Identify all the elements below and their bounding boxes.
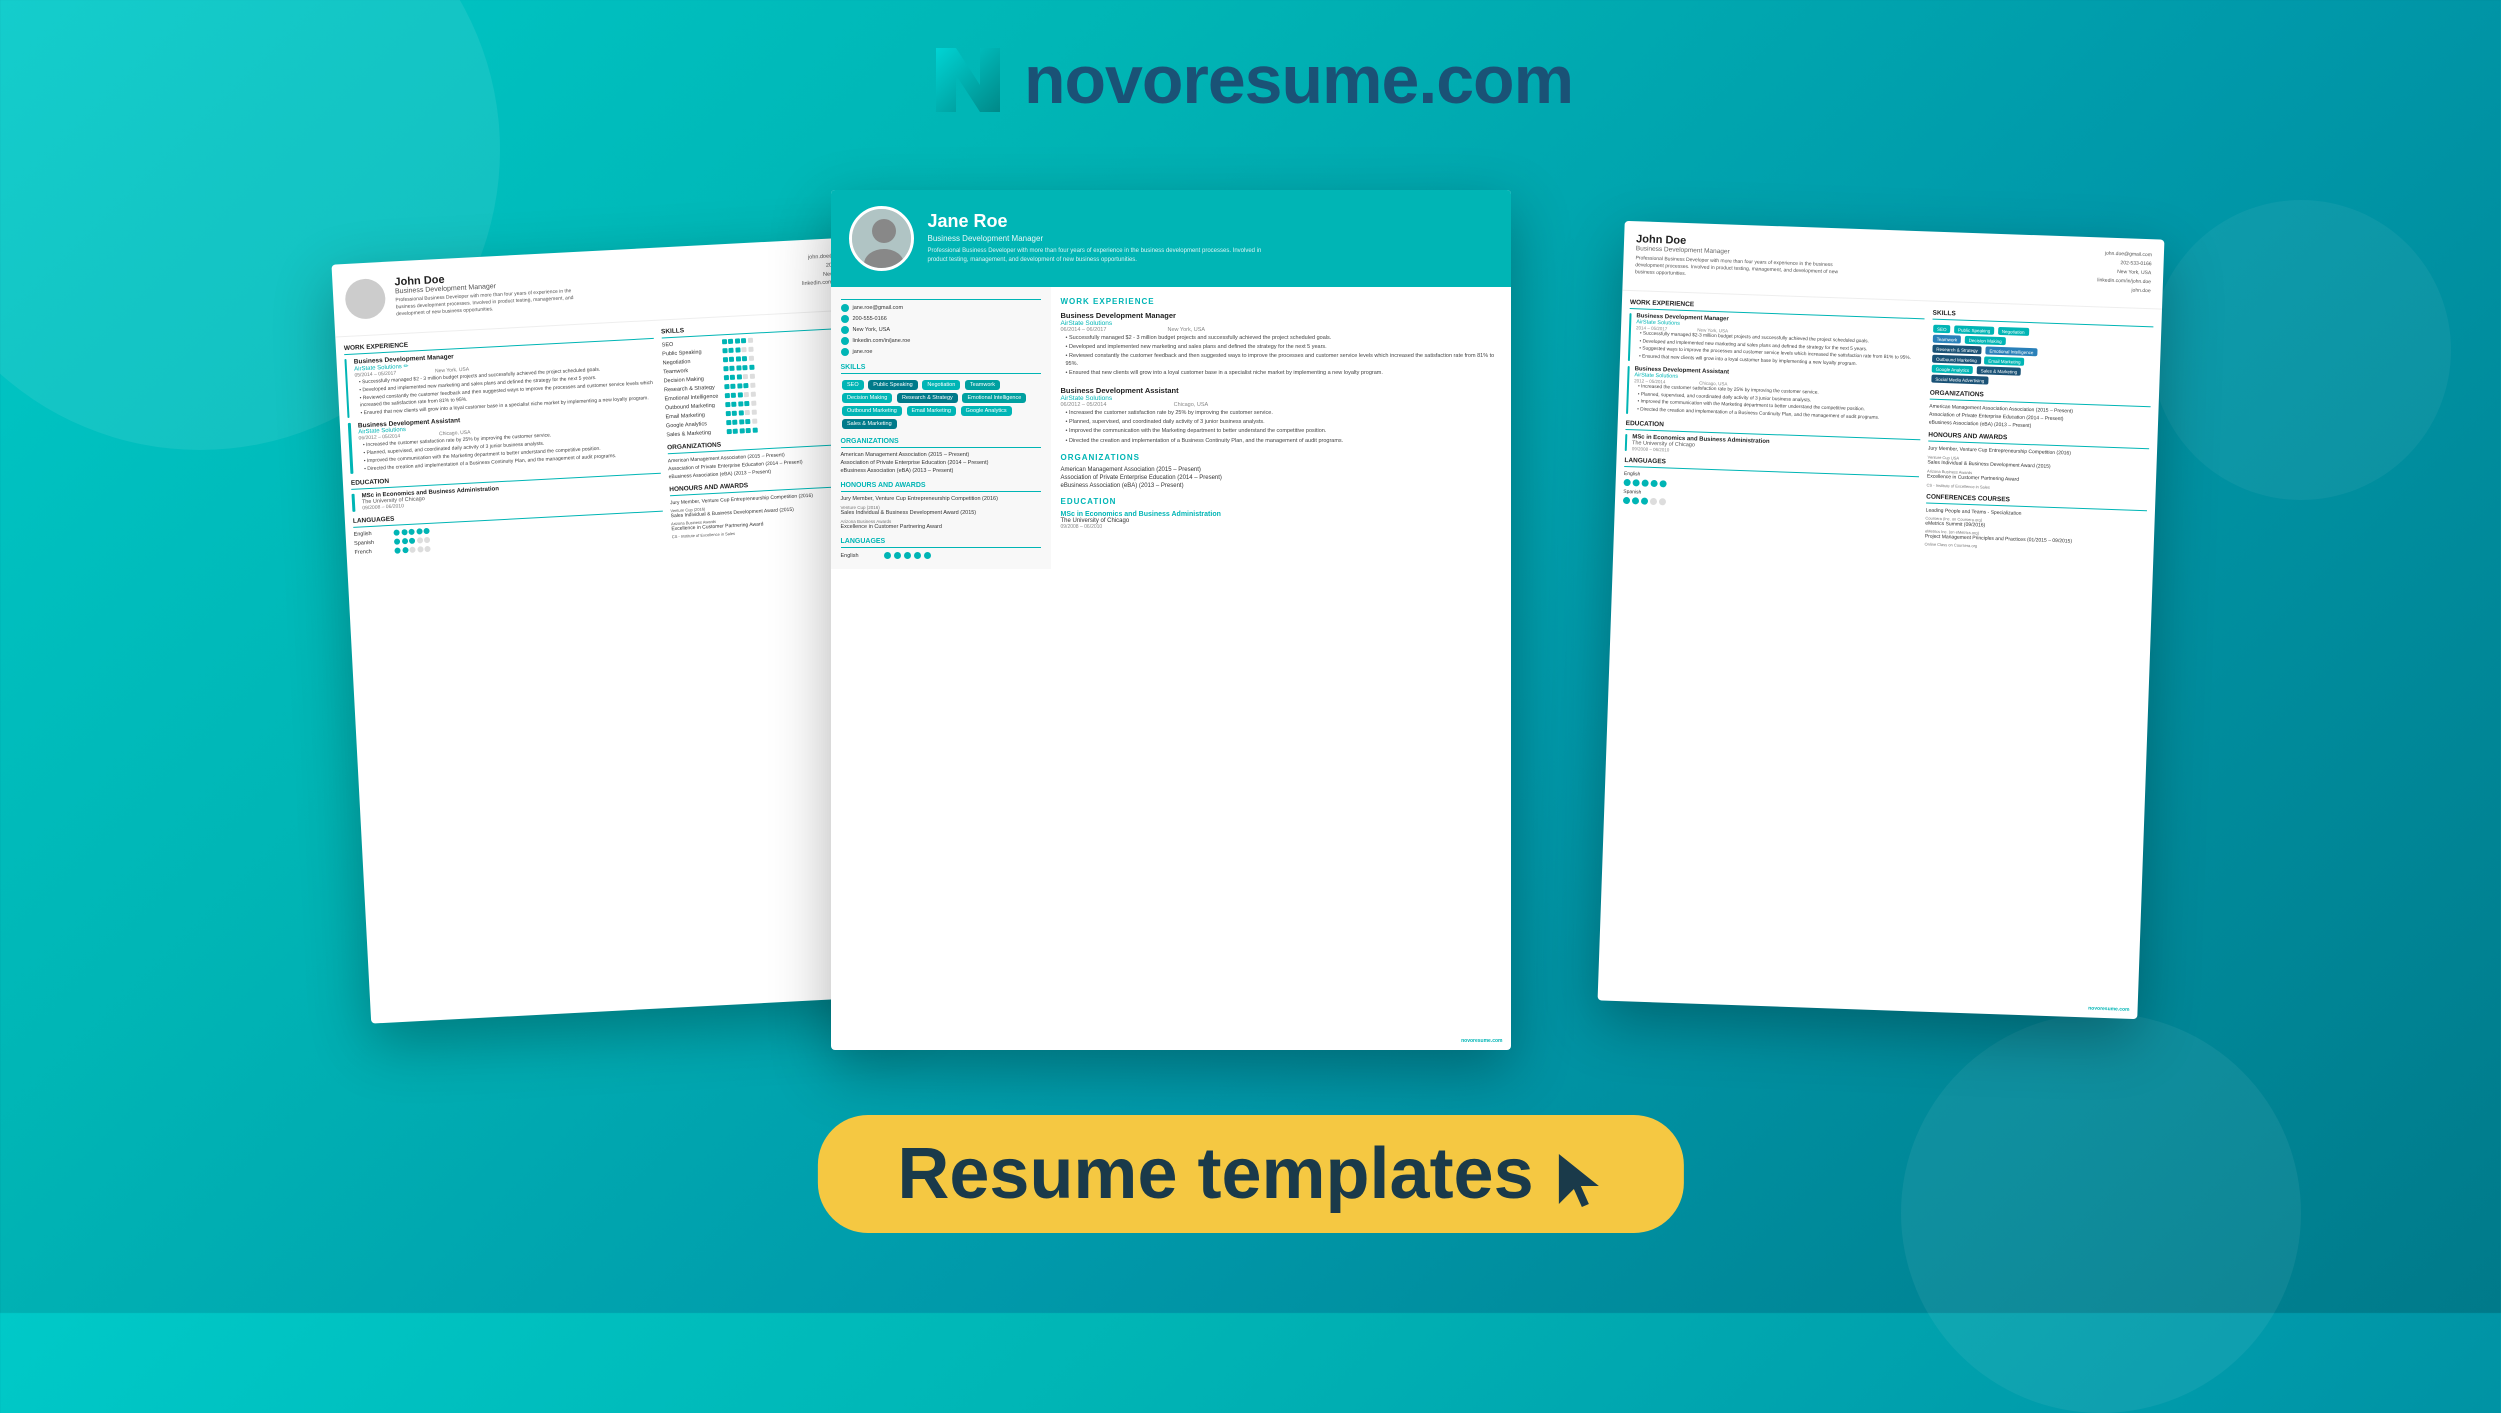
skill-tag-public: Public Speaking xyxy=(868,380,917,390)
skill-tag-email: Email Marketing xyxy=(907,406,956,416)
skill-tag-google: Google Analytics xyxy=(961,406,1012,416)
logo-area: novoresume.com xyxy=(928,40,1573,120)
rc-contact-title xyxy=(841,297,1041,300)
resume-left-col: WORK EXPERIENCE Business Development Man… xyxy=(343,329,663,559)
resume-center-title: Business Development Manager xyxy=(928,234,1268,243)
rc-lang-english: English xyxy=(841,552,1041,559)
watermark-center: novoresume.com xyxy=(1461,1038,1502,1044)
resume-card-center: Jane Roe Business Development Manager Pr… xyxy=(831,190,1511,1050)
skill-tag-sales: Sales & Marketing xyxy=(842,419,897,429)
job-entry-2: Business Development Assistant AirState … xyxy=(347,407,659,474)
bottom-label: Resume templates xyxy=(817,1115,1683,1233)
resume-right-left: WORK EXPERIENCE Business Development Man… xyxy=(1621,299,1924,546)
rr-tags: SEO Public Speaking Negotiation Teamwork… xyxy=(1930,324,2153,392)
bg-decoration-2 xyxy=(1901,1013,2301,1413)
resume-left-name-block: John Doe Business Development Manager Pr… xyxy=(394,267,576,318)
rc-email: jane.roe@gmail.com xyxy=(841,304,1041,312)
resume-center-photo xyxy=(849,206,914,271)
resume-center-name-block: Jane Roe Business Development Manager Pr… xyxy=(928,212,1268,265)
cursor-icon xyxy=(1554,1149,1604,1209)
resume-center-summary: Professional Business Developer with mor… xyxy=(928,247,1268,265)
bg-decoration-3 xyxy=(2151,200,2451,500)
resume-right-right: SKILLS SEO Public Speaking Negotiation T… xyxy=(1924,310,2153,555)
resume-right-body: WORK EXPERIENCE Business Development Man… xyxy=(1613,291,2162,563)
resume-left-photo xyxy=(344,278,386,320)
resume-center-body: jane.roe@gmail.com 200-555-0166 New York… xyxy=(831,287,1511,569)
rc-skills-list: SEO Public Speaking Negotiation Teamwork… xyxy=(841,378,1041,430)
job-sidebar-2 xyxy=(347,423,353,474)
rc-orgs-title: ORGANIZATIONS xyxy=(841,438,1041,448)
resume-center-name: Jane Roe xyxy=(928,212,1268,232)
skill-tag-seo: SEO xyxy=(842,380,864,390)
brand-name: novoresume.com xyxy=(1024,41,1573,119)
rc-edu-title: EDUCATION xyxy=(1061,497,1501,506)
linkedin-icon xyxy=(841,337,849,345)
rc-honours-title: HONOURS AND AWARDS xyxy=(841,482,1041,492)
logo-icon xyxy=(928,40,1008,120)
rc-website: jane.roe xyxy=(841,348,1041,356)
rc-job-1: Business Development Manager AirState So… xyxy=(1061,311,1501,378)
edu-sidebar xyxy=(351,494,355,512)
skill-tag-nego: Negotiation xyxy=(922,380,960,390)
rc-phone: 200-555-0166 xyxy=(841,315,1041,323)
resume-card-right: John Doe Business Development Manager Pr… xyxy=(1597,221,2164,1019)
job-entry-1: Business Development Manager AirState So… xyxy=(344,343,656,418)
resume-card-left: John Doe Business Development Manager Pr… xyxy=(331,236,910,1023)
bottom-label-bg: Resume templates xyxy=(817,1115,1683,1233)
resume-right-name-block: John Doe Business Development Manager Pr… xyxy=(1634,233,2098,292)
bottom-label-text: Resume templates xyxy=(897,1133,1533,1215)
phone-icon xyxy=(841,315,849,323)
location-icon xyxy=(841,326,849,334)
resumes-container: John Doe Business Development Manager Pr… xyxy=(351,170,2151,1070)
rc-skills-title: SKILLS xyxy=(841,364,1041,374)
rc-orgs-right-title: ORGANIZATIONS xyxy=(1061,453,1501,462)
skill-tag-teamwork: Teamwork xyxy=(965,380,1000,390)
resume-center-right: WORK EXPERIENCE Business Development Man… xyxy=(1051,287,1511,569)
rc-linkedin: linkedin.com/in/jane.roe xyxy=(841,337,1041,345)
rc-job-2: Business Development Assistant AirState … xyxy=(1061,386,1501,445)
website-icon xyxy=(841,348,849,356)
rr-job-2: Business Development Assistant AirState … xyxy=(1626,366,1922,424)
rc-location: New York, USA xyxy=(841,326,1041,334)
rc-work-title: WORK EXPERIENCE xyxy=(1061,297,1501,306)
resume-right-contact: john.doe@gmail.com 202-533-0166 New York… xyxy=(2096,249,2151,296)
skill-tag-decision: Decision Making xyxy=(842,393,892,403)
rc-langs-title: LANGUAGES xyxy=(841,538,1041,548)
resume-left-body: WORK EXPERIENCE Business Development Man… xyxy=(335,309,886,567)
watermark-right: novoresume.com xyxy=(2088,1005,2130,1012)
email-icon xyxy=(841,304,849,312)
rr-job-1: Business Development Manager AirState So… xyxy=(1627,313,1923,371)
skill-tag-outbound: Outbound Marketing xyxy=(842,406,902,416)
header: novoresume.com xyxy=(0,40,2501,120)
job-sidebar-1 xyxy=(344,359,349,418)
resume-center-header: Jane Roe Business Development Manager Pr… xyxy=(831,190,1511,287)
skill-tag-emotional: Emotional Intelligence xyxy=(962,393,1026,403)
skill-tag-research: Research & Strategy xyxy=(897,393,958,403)
resume-center-left: jane.roe@gmail.com 200-555-0166 New York… xyxy=(831,287,1051,569)
